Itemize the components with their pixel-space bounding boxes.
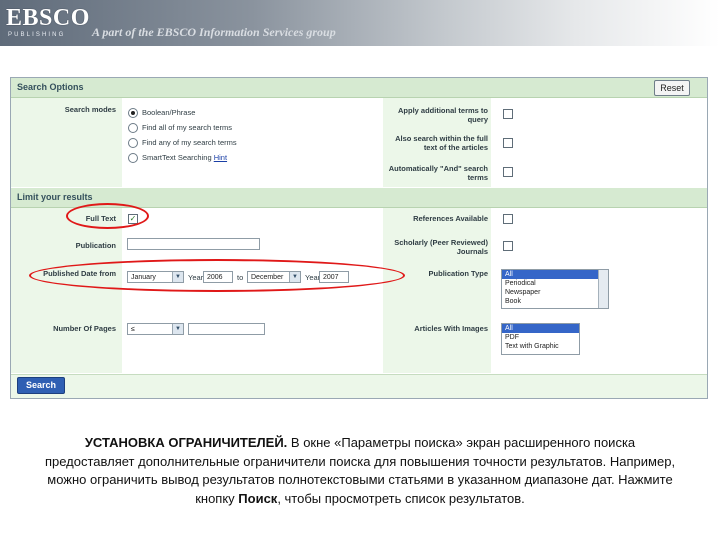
scholarly-label: Scholarly (Peer Reviewed) Journals: [394, 238, 488, 256]
mode-radio-any-terms[interactable]: [128, 138, 138, 148]
logo-text: EBSCO: [6, 5, 90, 31]
label-column-bottom: [11, 207, 122, 373]
also-search-label: Also search within the full text of the …: [395, 134, 488, 152]
mode-radio-smarttext[interactable]: [128, 153, 138, 163]
pages-operator-select[interactable]: ≤ ▼: [127, 323, 184, 335]
limit-results-title: Limit your results: [17, 192, 93, 202]
images-option[interactable]: All: [502, 324, 579, 333]
smarttext-hint-link[interactable]: Hint: [214, 153, 227, 162]
articles-with-images-label: Articles With Images: [414, 324, 488, 333]
also-search-checkbox[interactable]: [503, 138, 513, 148]
apply-terms-checkbox[interactable]: [503, 109, 513, 119]
pub-type-option[interactable]: Periodical: [502, 279, 608, 288]
mode-radio-all-terms[interactable]: [128, 123, 138, 133]
reset-button[interactable]: Reset: [654, 80, 690, 96]
pub-type-option[interactable]: All: [502, 270, 608, 279]
pages-operator-value: ≤: [131, 326, 135, 333]
images-option[interactable]: Text with Graphic: [502, 342, 579, 351]
pub-type-option[interactable]: Newspaper: [502, 288, 608, 297]
references-checkbox[interactable]: [503, 214, 513, 224]
header-banner: EBSCO PUBLISHING A part of the EBSCO Inf…: [0, 0, 720, 46]
publication-input[interactable]: [127, 238, 260, 250]
pages-input[interactable]: [188, 323, 265, 335]
search-button-strip: [11, 374, 707, 398]
caption-heading: УСТАНОВКА ОГРАНИЧИТЕЛЕЙ.: [84, 435, 288, 450]
logo-subtitle: PUBLISHING: [8, 32, 66, 38]
mode-label-all-terms: Find all of my search terms: [142, 123, 233, 132]
mode-label-any-terms: Find any of my search terms: [142, 138, 237, 147]
chevron-down-icon: ▼: [172, 324, 183, 334]
scholarly-checkbox[interactable]: [503, 241, 513, 251]
search-button[interactable]: Search: [17, 377, 65, 394]
auto-and-checkbox[interactable]: [503, 167, 513, 177]
mode-label-smarttext: SmartText Searching Hint: [142, 153, 227, 162]
publication-type-listbox[interactable]: All Periodical Newspaper Book: [501, 269, 609, 309]
listbox-scrollbar[interactable]: [598, 270, 608, 308]
number-of-pages-label: Number Of Pages: [53, 324, 116, 333]
search-options-bar: Search Options Reset: [11, 78, 707, 98]
label-column-bottom-right: [383, 207, 491, 373]
search-modes-label: Search modes: [64, 105, 116, 114]
auto-and-label: Automatically "And" search terms: [388, 164, 488, 182]
images-option[interactable]: PDF: [502, 333, 579, 342]
caption-search-word: Поиск: [238, 490, 278, 506]
full-text-highlight: [66, 203, 149, 229]
smarttext-label: SmartText Searching: [142, 153, 212, 162]
images-listbox[interactable]: All PDF Text with Graphic: [501, 323, 580, 355]
header-tagline: A part of the EBSCO Information Services…: [92, 25, 336, 39]
mode-label-boolean: Boolean/Phrase: [142, 108, 196, 117]
caption-text-2: , чтобы просмотреть список результатов.: [277, 490, 525, 506]
slide-caption: УСТАНОВКА ОГРАНИЧИТЕЛЕЙ. В окне «Парамет…: [40, 434, 680, 508]
search-options-title: Search Options: [17, 82, 84, 92]
search-options-panel: Search Options Reset Search modes Boolea…: [10, 77, 708, 399]
publication-label: Publication: [75, 241, 116, 250]
mode-radio-boolean[interactable]: [128, 108, 138, 118]
apply-terms-label: Apply additional terms to query: [397, 106, 488, 124]
published-date-highlight: [29, 259, 405, 292]
pub-type-option[interactable]: Book: [502, 297, 608, 306]
references-label: References Available: [413, 214, 488, 223]
ebsco-logo: EBSCO PUBLISHING: [6, 5, 90, 38]
